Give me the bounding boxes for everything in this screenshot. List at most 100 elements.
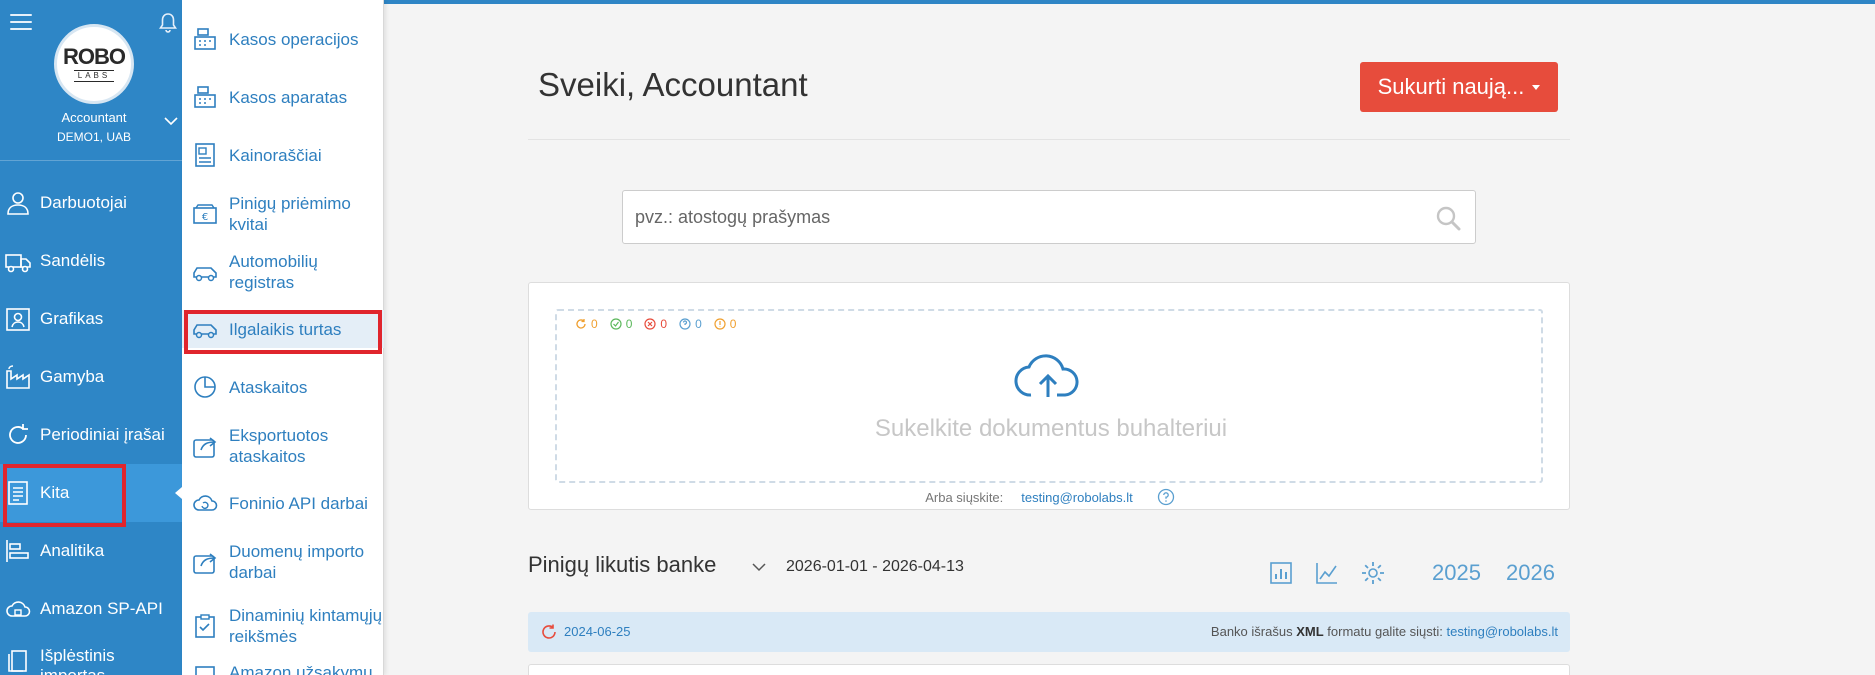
svg-text:€: € xyxy=(202,212,208,223)
submenu-item-amazon-uzsakymu[interactable]: Amazon užsakymu xyxy=(182,662,384,675)
bank-balance-title: Pinigų likutis banke xyxy=(528,552,717,577)
sidebar-item-label: Kita xyxy=(40,483,70,502)
date-range[interactable]: 2026-01-01 - 2026-04-13 xyxy=(786,558,964,576)
email-send-row: Arba siųskite: testing@robolabs.lt xyxy=(529,488,1571,506)
upload-email-link[interactable]: testing@robolabs.lt xyxy=(1021,490,1132,505)
active-caret-icon xyxy=(175,487,182,499)
status-count-processing: 0 xyxy=(575,317,598,331)
question-icon xyxy=(679,318,691,330)
sidebar-item-darbuotojai[interactable]: Darbuotojai xyxy=(0,174,182,232)
submenu-item-label: Eksportuotos ataskaitos xyxy=(229,426,329,466)
bank-accounts-card xyxy=(528,664,1570,675)
sidebar-item-gamyba[interactable]: Gamyba xyxy=(0,348,182,406)
line-chart-icon[interactable] xyxy=(1314,560,1340,586)
last-sync-date[interactable]: 2024-06-25 xyxy=(564,624,631,639)
submenu-item-label: Ataskaitos xyxy=(229,377,308,397)
sidebar-item-label: Analitika xyxy=(40,541,105,560)
refresh-icon xyxy=(9,424,28,444)
submenu-item-foninio-api-darbai[interactable]: Foninio API darbai xyxy=(182,486,384,520)
submenu-item-pinigu-priemimo-kvitai[interactable]: € Pinigų priėmimo kvitai xyxy=(182,190,384,238)
upload-dropzone[interactable]: 0 0 0 0 0 Sukelkite dokumentus buhalteri… xyxy=(555,309,1543,483)
main-content: Sveiki, Accountant Sukurti naują... 0 0 xyxy=(384,0,1875,675)
check-icon xyxy=(610,318,622,330)
chevron-down-icon[interactable] xyxy=(164,116,178,126)
submenu-item-duomenu-importo-darbai[interactable]: Duomenų importo darbai xyxy=(182,538,384,586)
submenu-item-ilgalaikis-turtas[interactable]: Ilgalaikis turtas xyxy=(182,310,384,348)
sidebar-item-label: Sandėlis xyxy=(40,251,106,270)
status-count-question: 0 xyxy=(679,317,702,331)
sidebar: ROBO LABS Accountant DEMO1, UAB Darbuoto… xyxy=(0,0,182,675)
warning-icon xyxy=(714,318,726,330)
or-send-label: Arba siųskite: xyxy=(925,489,1004,505)
upload-status-counts: 0 0 0 0 0 xyxy=(575,317,748,331)
sidebar-item-label: Išplėstinis importas xyxy=(40,646,115,675)
dropdown-caret-icon xyxy=(1532,84,1541,90)
status-count-success: 0 xyxy=(610,317,633,331)
cash-register-icon xyxy=(194,28,216,50)
export-icon xyxy=(193,437,217,458)
count-value: 0 xyxy=(729,317,737,331)
error-icon xyxy=(644,318,656,330)
note-suffix: formatu galite siųsti: xyxy=(1327,624,1443,639)
sidebar-item-periodiniai-irasai[interactable]: Periodiniai įrašai xyxy=(0,406,182,464)
document-icon xyxy=(8,481,28,505)
submenu-item-kasos-operacijos[interactable]: Kasos operacijos xyxy=(182,22,384,56)
bar-chart-icon[interactable] xyxy=(1268,560,1294,586)
sidebar-item-analitika[interactable]: Analitika xyxy=(0,522,182,580)
files-icon xyxy=(8,650,27,672)
submenu-item-label: Foninio API darbai xyxy=(229,493,368,513)
user-name[interactable]: Accountant xyxy=(0,110,188,125)
bank-statement-note: Banko išrašus XML formatu galite siųsti:… xyxy=(1211,624,1558,639)
search-icon[interactable] xyxy=(1435,205,1461,231)
sidebar-item-label: Gamyba xyxy=(40,367,105,386)
analytics-icon xyxy=(6,540,29,562)
sidebar-item-amazon-sp-api[interactable]: Amazon SP-API xyxy=(0,580,182,638)
upload-instructions: Sukelkite dokumentus buhalteriui xyxy=(874,415,1228,442)
search-box[interactable] xyxy=(622,190,1476,244)
gear-icon[interactable] xyxy=(1360,560,1386,586)
submenu-item-dinaminiu-kintamuju-reiksmes[interactable]: Dinaminių kintamųjų reikšmės xyxy=(182,592,384,660)
submenu-item-ataskaitos[interactable]: Ataskaitos xyxy=(182,370,384,404)
help-icon[interactable] xyxy=(1157,488,1175,506)
car-icon xyxy=(193,324,217,339)
submenu-item-label: Kasos operacijos xyxy=(229,29,359,49)
count-value: 0 xyxy=(591,317,598,331)
sidebar-item-label: Darbuotojai xyxy=(40,193,127,212)
note-format: XML xyxy=(1296,624,1324,639)
submenu-item-label: Kainoraščiai xyxy=(229,145,322,165)
robolabs-logo: ROBO LABS xyxy=(54,24,134,104)
amazon-icon xyxy=(195,666,215,675)
submenu-item-eksportuotos-ataskaitos[interactable]: Eksportuotos ataskaitos xyxy=(182,422,384,470)
sidebar-divider xyxy=(0,160,182,161)
sidebar-item-isplestinis-importas[interactable]: Išplėstinis importas xyxy=(0,638,182,675)
cloud-upload-icon xyxy=(1014,354,1079,397)
cash-register-icon xyxy=(194,86,216,108)
create-new-button[interactable]: Sukurti naują... xyxy=(1360,62,1558,112)
submenu-item-label: Kasos aparatas xyxy=(229,87,348,107)
upload-card: 0 0 0 0 0 Sukelkite dokumentus buhalteri… xyxy=(528,282,1570,510)
user-company[interactable]: DEMO1, UAB xyxy=(0,130,188,144)
sidebar-item-grafikas[interactable]: Grafikas xyxy=(0,290,182,348)
schedule-icon xyxy=(6,308,30,331)
header-divider xyxy=(528,139,1570,140)
sidebar-item-label: Grafikas xyxy=(40,309,104,328)
submenu-item-label: Dinaminių kintamųjų reikšmės xyxy=(229,606,383,646)
chevron-down-icon[interactable] xyxy=(751,561,767,573)
hamburger-menu-icon[interactable] xyxy=(10,14,32,32)
car-icon xyxy=(193,267,217,282)
submenu-item-kainorasciai[interactable]: Kainoraščiai xyxy=(182,138,384,172)
search-input[interactable] xyxy=(635,191,1415,243)
page-title: Sveiki, Accountant xyxy=(538,66,808,103)
bank-email-link[interactable]: testing@robolabs.lt xyxy=(1447,624,1558,639)
submenu-item-automobiliu-registras[interactable]: Automobilių registras xyxy=(182,248,384,296)
count-value: 0 xyxy=(625,317,633,331)
submenu-item-kasos-aparatas[interactable]: Kasos aparatas xyxy=(182,80,384,114)
sidebar-item-sandelis[interactable]: Sandėlis xyxy=(0,232,182,290)
bell-icon[interactable] xyxy=(158,12,178,34)
person-icon xyxy=(7,192,29,215)
submenu-item-label: Ilgalaikis turtas xyxy=(229,319,342,339)
year-2026-button[interactable]: 2026 xyxy=(1506,560,1555,586)
sidebar-item-kita[interactable]: Kita xyxy=(0,464,182,522)
factory-icon xyxy=(6,365,30,389)
year-2025-button[interactable]: 2025 xyxy=(1432,560,1481,586)
